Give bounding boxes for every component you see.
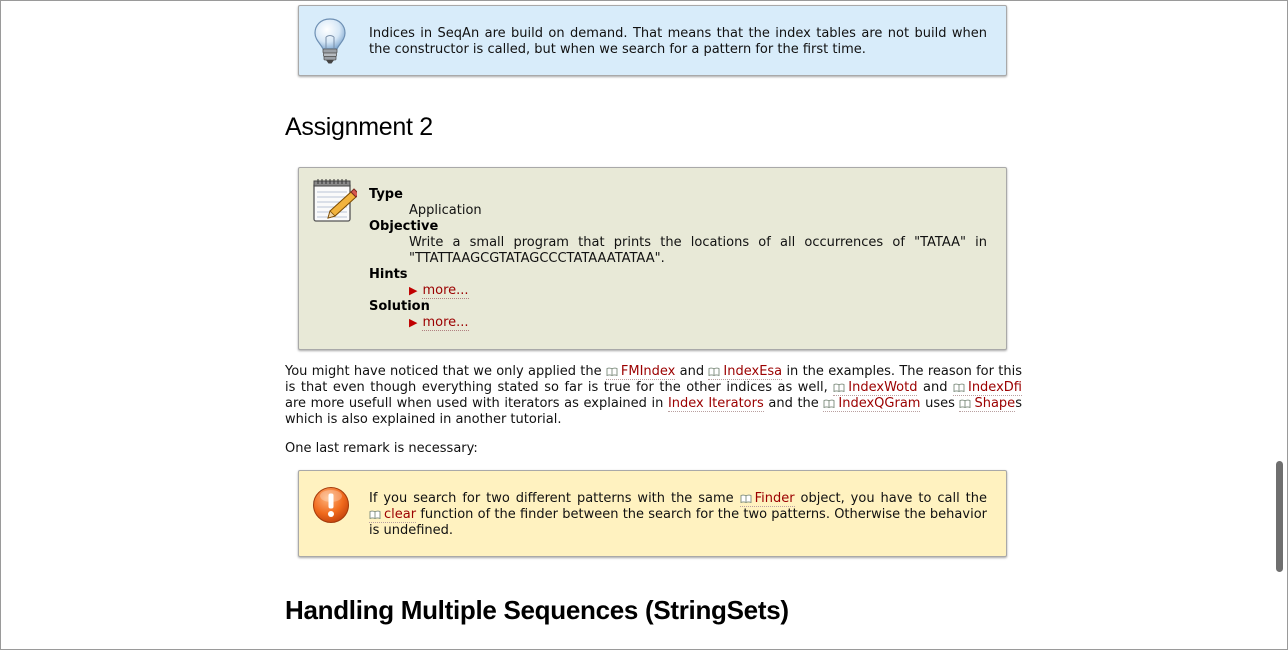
type-value: Application xyxy=(409,203,482,218)
type-label: Type xyxy=(369,187,403,202)
indexwotd-link[interactable]: IndexWotd xyxy=(833,380,918,396)
link-label: IndexDfi xyxy=(967,380,1022,395)
index-usage-paragraph: You might have noticed that we only appl… xyxy=(285,364,1022,428)
indexqgram-link[interactable]: IndexQGram xyxy=(823,396,921,412)
warning-exclamation-icon xyxy=(311,485,351,529)
objective-label: Objective xyxy=(369,219,439,234)
warning-note-text: If you search for two different patterns… xyxy=(369,491,987,539)
hints-label: Hints xyxy=(369,267,408,282)
book-icon xyxy=(959,399,971,408)
assignment-heading: Assignment 2 xyxy=(285,113,433,141)
expand-triangle-icon: ▶ xyxy=(409,284,418,297)
book-icon xyxy=(606,367,618,376)
shape-link[interactable]: Shape xyxy=(959,396,1016,412)
indexesa-link[interactable]: IndexEsa xyxy=(708,364,783,380)
solution-more-link[interactable]: more... xyxy=(422,315,469,331)
finder-link[interactable]: Finder xyxy=(739,491,795,507)
text-span: You might have noticed that we only appl… xyxy=(285,364,606,379)
solution-label: Solution xyxy=(369,299,430,314)
text-span: are more usefull when used with iterator… xyxy=(285,396,668,411)
expand-triangle-icon: ▶ xyxy=(409,316,418,329)
link-label: FMIndex xyxy=(620,364,676,379)
assignment-details: Type Application Objective Write a small… xyxy=(369,187,987,331)
indexdfi-link[interactable]: IndexDfi xyxy=(952,380,1022,396)
warning-note-box: If you search for two different patterns… xyxy=(298,470,1007,557)
vertical-scrollbar[interactable] xyxy=(1274,0,1287,650)
text-span: If you search for two different patterns… xyxy=(369,491,740,506)
hints-toggle[interactable]: ▶ more... xyxy=(409,283,987,299)
book-icon xyxy=(369,510,381,519)
scrollbar-thumb[interactable] xyxy=(1276,461,1283,572)
objective-value: Write a small program that prints the lo… xyxy=(409,235,987,266)
book-icon xyxy=(740,494,752,503)
section-heading-stringsets: Handling Multiple Sequences (StringSets) xyxy=(285,595,789,625)
link-label: Shape xyxy=(974,396,1016,411)
link-label: IndexWotd xyxy=(848,380,918,395)
link-label: IndexEsa xyxy=(723,364,783,379)
link-label: Finder xyxy=(754,491,795,506)
clear-link[interactable]: clear xyxy=(369,507,417,523)
text-span: and the xyxy=(763,396,824,411)
link-label: clear xyxy=(384,507,417,522)
link-label: IndexQGram xyxy=(838,396,921,411)
info-note-text: Indices in SeqAn are build on demand. Th… xyxy=(369,26,987,57)
book-icon xyxy=(708,367,720,376)
solution-toggle[interactable]: ▶ more... xyxy=(409,315,987,331)
text-span: function of the finder between the searc… xyxy=(369,507,987,538)
last-remark-paragraph: One last remark is necessary: xyxy=(285,441,478,456)
text-span: and xyxy=(675,364,709,379)
text-span: object, you have to call the xyxy=(794,491,987,506)
info-note-box: Indices in SeqAn are build on demand. Th… xyxy=(298,5,1007,76)
notepad-pencil-icon xyxy=(311,178,360,228)
text-span: uses xyxy=(920,396,960,411)
hints-more-link[interactable]: more... xyxy=(422,283,469,299)
text-span: and xyxy=(917,380,953,395)
assignment-box: Type Application Objective Write a small… xyxy=(298,167,1007,350)
book-icon xyxy=(953,383,965,392)
book-icon xyxy=(823,399,835,408)
fmindex-link[interactable]: FMIndex xyxy=(605,364,676,380)
index-iterators-link[interactable]: Index Iterators xyxy=(667,396,764,412)
lightbulb-icon xyxy=(311,17,349,69)
book-icon xyxy=(833,383,845,392)
